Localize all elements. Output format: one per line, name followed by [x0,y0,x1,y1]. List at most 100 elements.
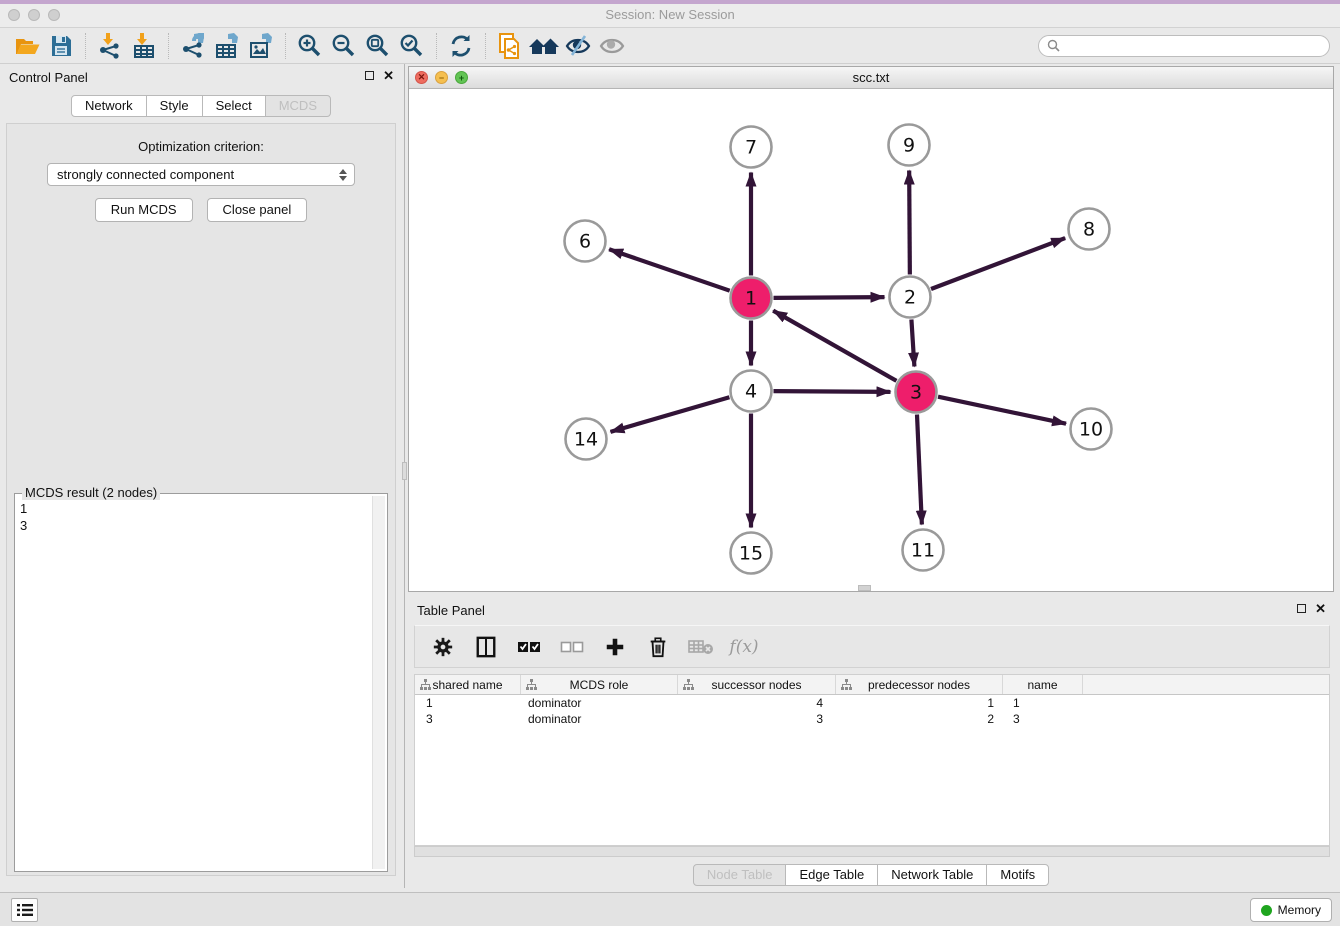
graph-node-3[interactable]: 3 [896,372,937,413]
network-window-titlebar[interactable]: ✕ − + scc.txt [409,67,1333,89]
graph-edge-2-9[interactable] [909,170,910,274]
graph-edge-1-6[interactable] [609,249,730,290]
criterion-select[interactable]: strongly connected component [47,163,355,186]
table-cell[interactable]: 3 [678,712,836,726]
import-network-icon[interactable] [93,31,127,61]
graph-edge-3-1[interactable] [773,311,896,381]
graph-node-9[interactable]: 9 [889,125,930,166]
toolbar-separator [436,33,437,59]
table-cell[interactable]: 1 [415,696,521,710]
tab-mcds[interactable]: MCDS [265,95,331,117]
network-graph[interactable]: 7 9 6 8 1 2 4 3 14 10 15 11 [409,89,1333,592]
tab-edge-table[interactable]: Edge Table [785,864,878,886]
tab-network[interactable]: Network [71,95,147,117]
table-cell[interactable]: dominator [521,696,678,710]
graph-edge-1-2[interactable] [773,297,884,298]
table-row[interactable]: 1dominator411 [415,695,1329,711]
column-header-name[interactable]: name [1003,675,1083,694]
zoom-selected-icon[interactable] [395,31,429,61]
memory-button[interactable]: Memory [1250,898,1332,922]
show-all-eye-icon[interactable] [595,31,629,61]
table-cell[interactable]: 2 [836,712,1003,726]
float-panel-icon[interactable] [365,71,374,80]
panel-divider[interactable] [402,64,407,888]
table-cell[interactable]: 4 [678,696,836,710]
unselect-all-columns-icon[interactable] [558,632,586,662]
svg-text:8: 8 [1083,219,1095,241]
export-table-icon[interactable] [210,31,244,61]
table-cell[interactable]: 3 [415,712,521,726]
canvas-scroll-grip[interactable] [858,585,871,591]
open-session-icon[interactable] [10,31,44,61]
zoom-fit-icon[interactable] [361,31,395,61]
tab-select[interactable]: Select [202,95,266,117]
column-header-MCDS-role[interactable]: MCDS role [521,675,678,694]
table-hscrollbar[interactable] [414,846,1330,857]
run-mcds-button[interactable]: Run MCDS [95,198,193,222]
column-header-predecessor-nodes[interactable]: predecessor nodes [836,675,1003,694]
divider-grip[interactable] [402,462,407,480]
graph-edge-3-11[interactable] [917,414,922,524]
control-panel-title: Control Panel [9,70,88,85]
node-table[interactable]: shared nameMCDS rolesuccessor nodesprede… [414,674,1330,846]
close-panel-icon[interactable]: ✕ [383,70,394,81]
table-settings-gear-icon[interactable] [429,632,457,662]
delete-column-icon[interactable] [644,632,672,662]
home-icon[interactable] [527,31,561,61]
tab-network-table[interactable]: Network Table [877,864,987,886]
table-cell[interactable]: 1 [836,696,1003,710]
graph-node-10[interactable]: 10 [1071,409,1112,450]
search-input[interactable] [1065,39,1321,53]
graph-edge-2-8[interactable] [931,238,1065,289]
hide-selected-eye-icon[interactable] [561,31,595,61]
close-panel-button[interactable]: Close panel [207,198,308,222]
column-header-successor-nodes[interactable]: successor nodes [678,675,836,694]
clone-network-icon[interactable] [493,31,527,61]
graph-node-8[interactable]: 8 [1069,209,1110,250]
float-table-panel-icon[interactable] [1297,604,1306,613]
svg-text:15: 15 [739,543,763,565]
table-row[interactable]: 3dominator323 [415,711,1329,727]
add-column-icon[interactable] [601,632,629,662]
table-tabs: Node TableEdge TableNetwork TableMotifs [408,864,1334,886]
table-cell[interactable]: dominator [521,712,678,726]
search-box[interactable] [1038,35,1330,57]
network-canvas[interactable]: 7 9 6 8 1 2 4 3 14 10 15 11 [409,89,1333,591]
zoom-in-icon[interactable] [293,31,327,61]
export-image-icon[interactable] [244,31,278,61]
network-window: ✕ − + scc.txt 7 9 6 8 1 2 4 3 14 10 15 11 [408,66,1334,592]
tab-node-table[interactable]: Node Table [693,864,787,886]
close-table-panel-icon[interactable]: ✕ [1315,603,1326,614]
graph-node-1[interactable]: 1 [731,278,772,319]
mcds-result-box: MCDS result (2 nodes) 1 3 [14,493,388,872]
save-session-icon[interactable] [44,31,78,61]
split-columns-icon[interactable] [472,632,500,662]
graph-node-15[interactable]: 15 [731,533,772,574]
table-cell[interactable]: 3 [1003,712,1083,726]
table-body: 1dominator4113dominator323 [415,695,1329,727]
graph-edge-4-14[interactable] [610,397,729,432]
toolbar-separator [168,33,169,59]
export-network-icon[interactable] [176,31,210,61]
task-history-button[interactable] [11,898,38,922]
graph-edge-4-3[interactable] [773,391,890,392]
refresh-layout-icon[interactable] [444,31,478,61]
select-all-columns-icon[interactable] [515,632,543,662]
graph-node-14[interactable]: 14 [566,419,607,460]
graph-node-11[interactable]: 11 [903,530,944,571]
zoom-out-icon[interactable] [327,31,361,61]
graph-node-7[interactable]: 7 [731,127,772,168]
graph-node-2[interactable]: 2 [890,277,931,318]
result-scrollbar[interactable] [372,496,385,869]
import-table-icon[interactable] [127,31,161,61]
graph-edge-3-10[interactable] [938,397,1066,424]
graph-edge-2-3[interactable] [911,319,914,366]
column-header-shared-name[interactable]: shared name [415,675,521,694]
delete-table-icon[interactable] [687,632,715,662]
graph-node-4[interactable]: 4 [731,371,772,412]
table-cell[interactable]: 1 [1003,696,1083,710]
tab-motifs[interactable]: Motifs [986,864,1049,886]
mcds-result-text[interactable]: 1 3 [20,500,371,868]
graph-node-6[interactable]: 6 [565,221,606,262]
tab-style[interactable]: Style [146,95,203,117]
